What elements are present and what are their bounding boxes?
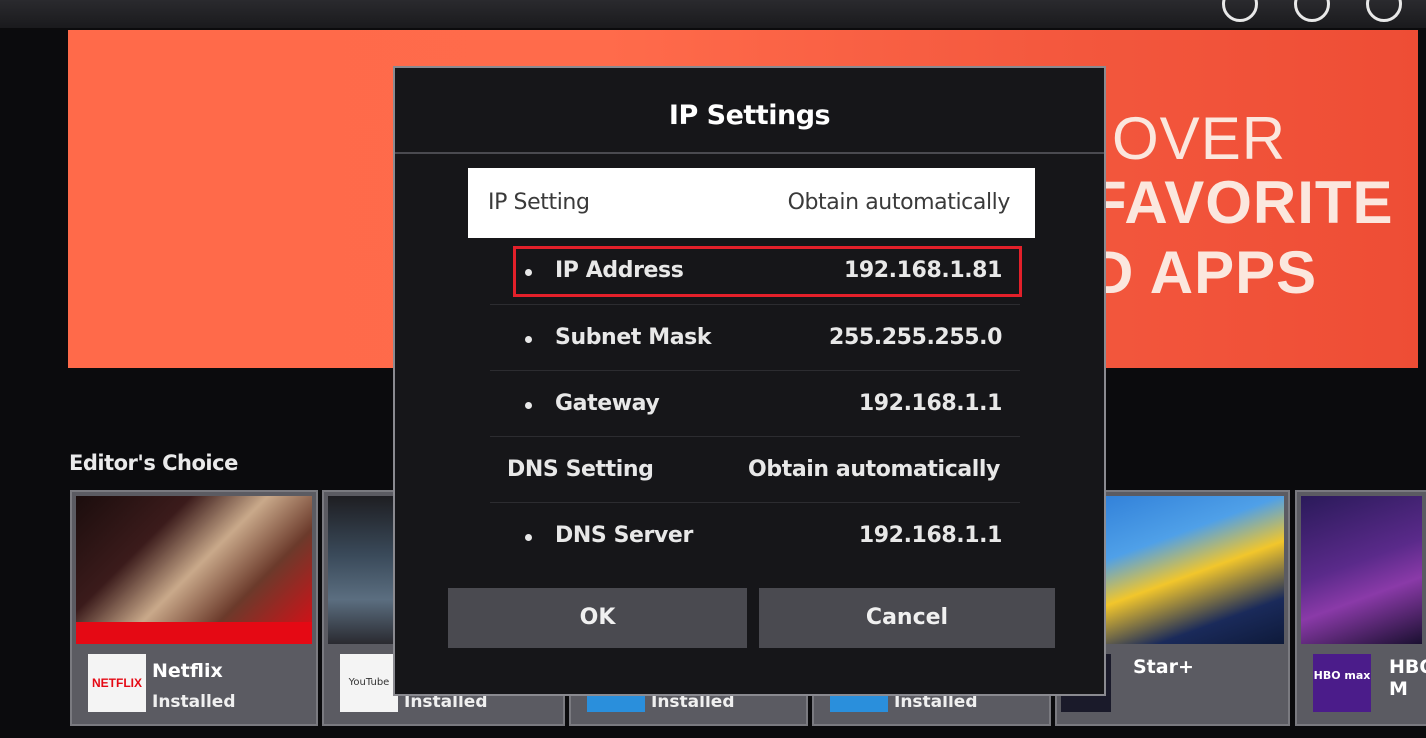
ok-button[interactable]: OK [448, 588, 747, 648]
gateway-row[interactable]: Gateway 192.168.1.1 [470, 371, 1037, 437]
gateway-value: 192.168.1.1 [858, 391, 1003, 416]
banner-text-line3: D APPS [1090, 239, 1318, 306]
ip-settings-dialog: IP Settings IP Setting Obtain automatica… [393, 66, 1106, 696]
dns-server-value: 192.168.1.1 [858, 523, 1003, 548]
dns-server-label: DNS Server [555, 523, 693, 548]
youtube-logo-icon: YouTube [340, 654, 398, 712]
bullet-icon [525, 402, 532, 409]
section-title: Editor's Choice [69, 451, 238, 475]
circle-icon[interactable] [1294, 0, 1330, 22]
subnet-mask-value: 255.255.255.0 [829, 325, 1002, 350]
subnet-mask-label: Subnet Mask [555, 325, 712, 350]
top-bar [0, 0, 1426, 28]
dns-setting-row[interactable]: DNS Setting Obtain automatically [470, 437, 1037, 503]
app-card-netflix[interactable]: NETFLIX Netflix Installed [70, 490, 318, 726]
dns-setting-label: DNS Setting [507, 457, 654, 482]
banner-text-line1: OVER [1112, 105, 1287, 172]
netflix-logo-icon: NETFLIX [88, 654, 146, 712]
app-thumbnail [76, 496, 312, 644]
ip-setting-label: IP Setting [488, 190, 590, 215]
highlight-annotation [513, 246, 1022, 297]
dns-server-row[interactable]: DNS Server 192.168.1.1 [470, 503, 1037, 569]
app-name: Star+ [1133, 656, 1194, 678]
gateway-label: Gateway [555, 391, 660, 416]
ip-setting-value: Obtain automatically [787, 190, 1011, 215]
app-thumbnail [1301, 496, 1422, 644]
ip-setting-row[interactable]: IP Setting Obtain automatically [468, 168, 1035, 238]
circle-icon[interactable] [1222, 0, 1258, 22]
cancel-button[interactable]: Cancel [759, 588, 1055, 648]
app-name: HBO M [1389, 656, 1426, 700]
bullet-icon [525, 534, 532, 541]
subnet-mask-row[interactable]: Subnet Mask 255.255.255.0 [470, 305, 1037, 371]
circle-icon[interactable] [1366, 0, 1402, 22]
app-status: Installed [152, 692, 236, 712]
app-name: Netflix [152, 660, 223, 682]
divider [395, 152, 1104, 154]
dns-setting-value: Obtain automatically [748, 457, 1000, 482]
bullet-icon [525, 336, 532, 343]
banner-text-line2: FAVORITE [1090, 169, 1394, 236]
app-card-hbo-max[interactable]: HBO max HBO M [1295, 490, 1426, 726]
hbo-max-logo-icon: HBO max [1313, 654, 1371, 712]
dialog-title: IP Settings [668, 100, 831, 131]
